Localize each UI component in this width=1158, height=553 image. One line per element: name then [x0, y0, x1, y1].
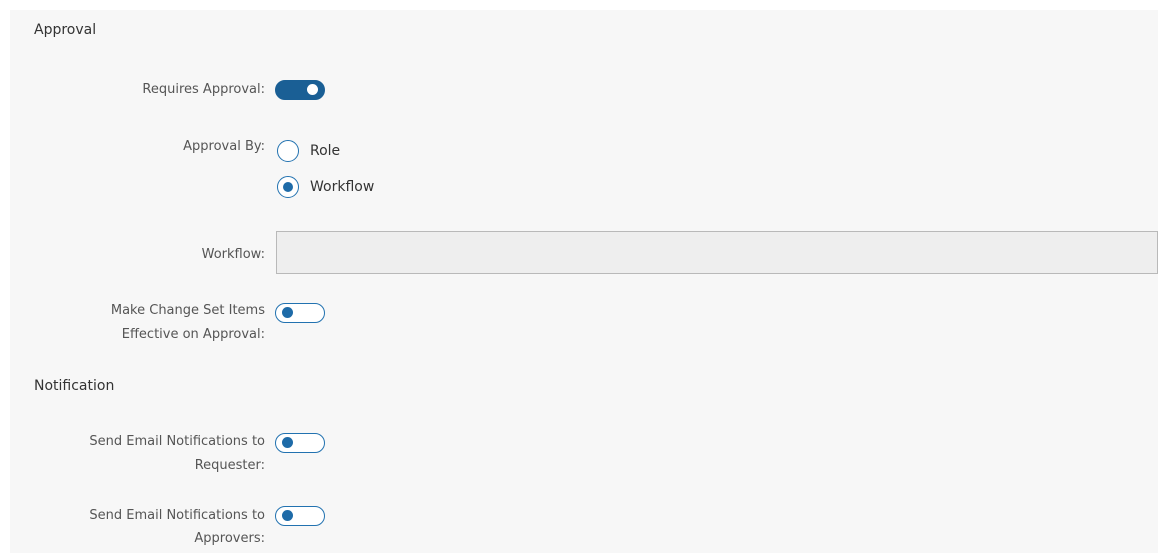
workflow-label: Workflow: [201, 247, 265, 262]
notify-requester-toggle[interactable] [275, 433, 325, 453]
notify-requester-label-line1: Send Email Notifications to [89, 434, 265, 449]
workflow-radio-label: Workflow [310, 179, 375, 195]
toggle-knob [282, 437, 293, 448]
toggle-knob [307, 84, 318, 95]
effective-on-approval-toggle[interactable] [275, 303, 325, 323]
requires-approval-label: Requires Approval: [142, 82, 265, 97]
requires-approval-toggle[interactable] [275, 80, 325, 100]
toggle-knob [282, 510, 293, 521]
workflow-radio[interactable] [277, 176, 299, 198]
approval-by-role-option[interactable]: Role [277, 139, 340, 163]
radio-selected-dot [283, 182, 293, 192]
approval-by-label: Approval By: [183, 139, 265, 154]
role-radio-label: Role [310, 143, 341, 159]
effective-on-approval-label-line2: Effective on Approval: [121, 327, 265, 342]
notify-requester-label-line2: Requester: [194, 458, 265, 473]
notify-approvers-label-line2: Approvers: [194, 531, 265, 546]
approval-by-workflow-option[interactable]: Workflow [277, 175, 374, 199]
notify-approvers-label-line1: Send Email Notifications to [89, 508, 265, 523]
notify-approvers-toggle[interactable] [275, 506, 325, 526]
notification-section-title: Notification [34, 378, 115, 394]
workflow-input[interactable] [276, 231, 1158, 274]
approval-section-title: Approval [34, 22, 97, 38]
toggle-knob [282, 307, 293, 318]
role-radio[interactable] [277, 140, 299, 162]
effective-on-approval-label-line1: Make Change Set Items [110, 303, 265, 318]
settings-panel: Approval Requires Approval: Approval By:… [10, 10, 1158, 553]
